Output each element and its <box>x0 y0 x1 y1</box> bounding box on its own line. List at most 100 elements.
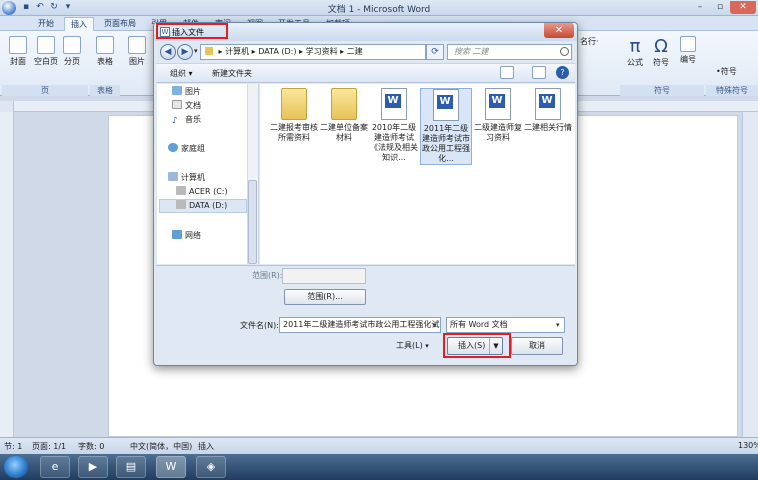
search-input[interactable]: 搜索 二建 <box>447 44 572 60</box>
homegroup-icon <box>168 143 178 152</box>
search-icon[interactable] <box>560 47 569 56</box>
start-button[interactable] <box>4 456 28 478</box>
status-insert-mode[interactable]: 插入 <box>198 441 214 452</box>
recent-dropdown-icon[interactable]: ▾ <box>194 47 198 55</box>
nav-item-documents[interactable]: 文档 <box>172 100 201 112</box>
blank-page-button[interactable]: 空白页 <box>32 36 60 67</box>
status-section: 节: 1 <box>4 442 23 451</box>
documents-icon <box>172 100 182 109</box>
word-taskbar-icon[interactable]: W <box>156 456 186 478</box>
computer-icon <box>168 172 178 181</box>
drive-icon <box>176 200 186 209</box>
status-language[interactable]: 中文(简体，中国) <box>130 441 192 452</box>
file-item[interactable]: 二建报考审核所需资料 <box>268 88 320 143</box>
view-options-icon[interactable] <box>500 66 514 79</box>
nav-item-music[interactable]: ♪ 音乐 <box>172 114 201 126</box>
nav-item-homegroup[interactable]: 家庭组 <box>168 143 205 155</box>
help-icon[interactable]: ? <box>556 66 569 79</box>
dialog-close-icon[interactable]: ✕ <box>544 23 574 38</box>
organize-button[interactable]: 组织 ▾ <box>170 68 193 79</box>
minimize-icon[interactable]: – <box>690 1 710 14</box>
omega-icon: Ω <box>654 36 668 57</box>
address-segment-drive[interactable]: DATA (D:) <box>258 47 296 56</box>
picture-button[interactable]: 图片 <box>124 36 150 67</box>
number-button[interactable]: 编号 <box>676 36 700 65</box>
title-highlight-box <box>156 23 228 39</box>
tab-page-layout[interactable]: 页面布局 <box>96 17 144 31</box>
number-icon <box>680 36 696 52</box>
word-document-icon <box>535 88 561 120</box>
filetype-select[interactable]: 所有 Word 文档 <box>446 317 565 333</box>
nav-item-network[interactable]: 网络 <box>172 230 201 242</box>
filename-label: 文件名(N): <box>240 321 279 330</box>
filename-input[interactable]: 2011年二级建造师考试市政公用工程强化试 <box>279 317 441 333</box>
vertical-ruler[interactable] <box>0 112 14 437</box>
word-document-icon <box>381 88 407 120</box>
range-input <box>282 268 366 284</box>
new-folder-button[interactable]: 新建文件夹 <box>212 68 252 79</box>
nav-item-drive-c[interactable]: ACER (C:) <box>176 186 228 198</box>
pi-icon: π <box>629 36 641 57</box>
forward-icon[interactable]: ▶ <box>177 44 193 60</box>
file-item[interactable]: 二建单位备案材料 <box>318 88 370 143</box>
group-label-pages: 页 <box>2 85 88 96</box>
ruler-toggle[interactable] <box>0 101 14 112</box>
table-button[interactable]: 表格 <box>92 36 118 67</box>
status-word-count[interactable]: 字数: 0 <box>78 441 104 452</box>
nav-item-drive-d[interactable]: DATA (D:) <box>176 200 227 212</box>
music-icon: ♪ <box>172 116 178 126</box>
page-break-button[interactable]: 分页 <box>60 36 84 67</box>
drive-icon <box>176 186 186 195</box>
folder-icon <box>205 47 213 55</box>
status-zoom[interactable]: 130% <box>738 441 758 450</box>
address-bar[interactable]: ▸ 计算机 ▸ DATA (D:) ▸ 学习资料 ▸ 二建 <box>200 44 426 60</box>
preview-pane-icon[interactable] <box>532 66 546 79</box>
nav-scroll-thumb[interactable] <box>248 180 257 264</box>
refresh-icon[interactable]: ⟳ <box>426 44 444 60</box>
cover-page-icon <box>9 36 27 54</box>
ie-taskbar-icon[interactable]: e <box>40 456 70 478</box>
address-segment-folder[interactable]: 学习资料 <box>306 47 338 56</box>
file-item[interactable]: 2010年二级建造师考试《法规及相关知识... <box>368 88 420 163</box>
word-document-icon <box>485 88 511 120</box>
status-bar <box>0 437 758 454</box>
special-symbol-dropdown[interactable]: •符号 <box>716 66 737 77</box>
address-segment-current[interactable]: 二建 <box>347 47 363 56</box>
blank-page-icon <box>37 36 55 54</box>
tab-insert[interactable]: 插入 <box>64 17 94 31</box>
picture-icon <box>128 36 146 54</box>
back-icon[interactable]: ◀ <box>160 44 176 60</box>
table-icon <box>96 36 114 54</box>
group-label-table: 表格 <box>90 85 120 96</box>
file-item[interactable]: 二级建造师复习资料 <box>472 88 524 143</box>
file-item-selected[interactable]: 2011年二级建造师考试市政公用工程强化... <box>420 88 472 165</box>
cancel-button[interactable]: 取消 <box>511 337 563 355</box>
file-item[interactable]: 二建相关行情 <box>522 88 574 133</box>
range-button[interactable]: 范围(R)... <box>284 289 366 305</box>
word-document-icon <box>433 89 459 121</box>
insert-highlight-box <box>443 333 511 358</box>
maximize-icon[interactable]: ▫ <box>710 1 730 14</box>
status-page[interactable]: 页面: 1/1 <box>32 441 66 452</box>
nav-item-pictures[interactable]: 图片 <box>172 86 201 98</box>
close-icon[interactable]: ✕ <box>730 1 756 14</box>
app-title: 文档 1 - Microsoft Word <box>327 5 431 15</box>
pictures-icon <box>172 86 182 95</box>
symbol-button[interactable]: Ω 符号 <box>648 36 674 68</box>
equation-button[interactable]: π 公式 <box>622 36 648 68</box>
tab-home[interactable]: 开始 <box>28 17 64 31</box>
program-taskbar-icon[interactable]: ◈ <box>196 456 226 478</box>
address-segment-computer[interactable]: 计算机 <box>225 47 249 56</box>
network-icon <box>172 230 182 239</box>
filename-dropdown-icon[interactable]: ▾ <box>433 321 437 329</box>
tools-menu[interactable]: 工具(L) ▾ <box>396 340 429 351</box>
filetype-dropdown-icon[interactable]: ▾ <box>556 321 560 329</box>
folder-icon <box>331 88 357 120</box>
explorer-taskbar-icon[interactable]: ▤ <box>116 456 146 478</box>
vertical-scrollbar[interactable] <box>742 112 758 437</box>
cover-page-button[interactable]: 封面 <box>4 36 32 67</box>
media-player-taskbar-icon[interactable]: ▶ <box>78 456 108 478</box>
group-label-symbols: 符号 <box>620 85 704 96</box>
nav-item-computer[interactable]: 计算机 <box>168 172 205 184</box>
tools-dropdown-icon: ▾ <box>425 342 429 350</box>
